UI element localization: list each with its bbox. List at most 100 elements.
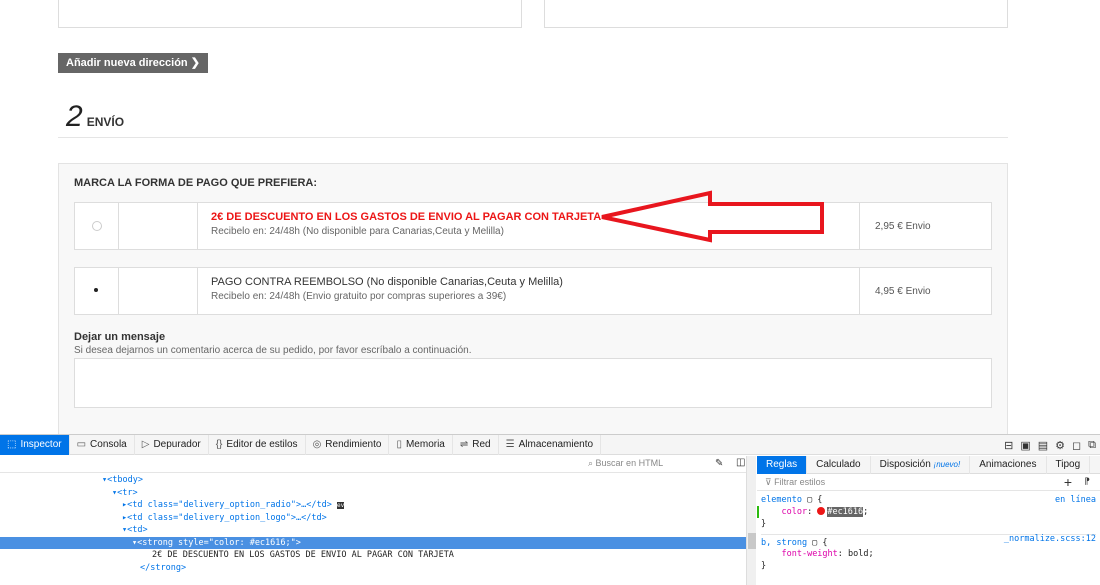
markup-node[interactable]: ▾<tr> (0, 487, 746, 500)
tab-layout[interactable]: Disposición ¡nuevo! (871, 455, 971, 474)
tab-debugger[interactable]: ▷ Depurador (135, 434, 209, 455)
performance-icon: ◎ (312, 439, 322, 450)
cod-option-description: PAGO CONTRA REEMBOLSO (No disponible Can… (198, 268, 860, 314)
markup-node[interactable]: ▸<td class="delivery_option_radio">…</td… (0, 499, 746, 512)
split-icon[interactable]: ⧉ (1088, 439, 1096, 452)
dock-icon[interactable]: ◻ (1072, 439, 1081, 452)
search-icon: ⌕ (588, 458, 596, 468)
markup-toolbar: ⌕ Buscar en HTML ✎ ◫ (0, 456, 746, 473)
cod-option-price: 4,95 € Envio (875, 285, 931, 297)
tab-fonts[interactable]: Tipog (1047, 455, 1091, 474)
cod-option-logo (119, 268, 198, 314)
filter-styles-input[interactable]: ⊽ Filtrar estilos + ⁋ (757, 474, 1100, 491)
markup-node[interactable]: ▾<tbody> (0, 474, 746, 487)
rule-declaration[interactable]: font-weight: bold; (761, 548, 1096, 560)
rule-source-link[interactable]: en línea (1055, 494, 1096, 506)
step-number: 2 (66, 100, 83, 133)
rules-tabbar: Reglas Calculado Disposición ¡nuevo! Ani… (757, 455, 1100, 474)
cod-option-subtitle: Recibelo en: 24/48h (Envio gratuito por … (211, 291, 507, 302)
tab-animations[interactable]: Animaciones (970, 455, 1047, 474)
devtools-tabbar: ⬚ Inspector ▭ Consola ▷ Depurador {} Edi… (0, 434, 1100, 455)
address-box-invoice (544, 0, 1008, 28)
tab-label: Inspector (20, 439, 62, 450)
inspector-icon: ⬚ (7, 439, 17, 450)
markup-text-node[interactable]: 2€ DE DESCUENTO EN LOS GASTOS DE ENVIO A… (0, 549, 746, 562)
delivery-option-radio[interactable] (91, 221, 102, 231)
console-icon: ▭ (76, 439, 87, 450)
new-badge: ¡nuevo! (933, 459, 961, 469)
add-rule-icon[interactable]: + (1064, 474, 1072, 490)
rule-close: } (761, 561, 767, 571)
markup-tree: ▾<tbody> ▾<tr> ▸<td class="delivery_opti… (0, 473, 746, 574)
debugger-icon: ▷ (141, 439, 150, 450)
pseudo-class-icon[interactable]: ⁋ (1084, 476, 1090, 487)
storage-icon: ☰ (505, 439, 515, 450)
tab-label: Depurador (153, 439, 201, 450)
tab-label: Consola (90, 439, 127, 450)
tab-computed[interactable]: Calculado (807, 455, 871, 474)
payment-heading: MARCA LA FORMA DE PAGO QUE PREFIERA: (74, 177, 318, 189)
cod-option-radio-cell[interactable] (75, 268, 119, 314)
gear-icon[interactable]: ⚙ (1055, 439, 1065, 452)
sidebar-toggle-icon[interactable]: ◫ (736, 457, 745, 468)
markup-node[interactable]: ▾<td> (0, 524, 746, 537)
network-icon: ⇌ (459, 439, 469, 450)
markup-scrollbar[interactable] (746, 456, 756, 585)
eyedropper-icon[interactable]: ✎ (715, 458, 723, 469)
color-swatch-icon[interactable] (817, 507, 826, 515)
style-editor-icon: {} (215, 439, 223, 450)
cod-option-title: PAGO CONTRA REEMBOLSO (No disponible Can… (211, 276, 563, 288)
divider (58, 137, 1008, 138)
scrollbar-thumb[interactable] (748, 533, 756, 549)
tab-style-editor[interactable]: {} Editor de estilos (209, 434, 306, 455)
rule-declaration[interactable]: color: #ec1616; (757, 506, 1096, 518)
rule-close: } (761, 519, 767, 529)
markup-node-selected[interactable]: ▾<strong style="color: #ec1616;"> (0, 536, 746, 549)
markup-node[interactable]: ▸<td class="delivery_option_logo">…</td> (0, 512, 746, 525)
tab-storage[interactable]: ☰ Almacenamiento (499, 434, 602, 455)
rule-header: elemento ▢ {en línea (761, 494, 1096, 506)
address-box-delivery (58, 0, 522, 28)
rules-panel: Reglas Calculado Disposición ¡nuevo! Ani… (757, 455, 1100, 585)
markup-view: ⌕ Buscar en HTML ✎ ◫ ▾<tbody> ▾<tr> ▸<td… (0, 456, 746, 585)
search-placeholder: Buscar en HTML (595, 458, 664, 468)
tab-label: Memoria (405, 439, 445, 450)
markup-node[interactable]: </strong> (0, 562, 746, 575)
tab-label: Red (472, 439, 491, 450)
responsive-icon[interactable]: ⊟ (1004, 439, 1013, 452)
step-title: 2 ENVÍO (66, 100, 124, 134)
event-badge-icon[interactable]: ev (336, 502, 345, 509)
delivery-option-card[interactable]: 2€ DE DESCUENTO EN LOS GASTOS DE ENVIO A… (74, 202, 992, 250)
cod-option-radio[interactable] (91, 286, 102, 296)
tab-network[interactable]: ⇌ Red (453, 434, 499, 455)
add-address-button[interactable]: Añadir nueva dirección ❯ (58, 53, 208, 73)
delivery-option-logo (119, 203, 198, 249)
annotation-arrow-icon (601, 190, 824, 243)
filter-placeholder: Filtrar estilos (774, 477, 826, 487)
changed-marker (757, 506, 759, 518)
tab-memory[interactable]: ▯ Memoria (389, 434, 453, 455)
delivery-option-price: 2,95 € Envio (875, 220, 931, 232)
tab-label: Rendimiento (325, 439, 382, 450)
message-label: Dejar un mensaje (74, 331, 166, 343)
message-textarea[interactable] (74, 358, 992, 408)
payment-panel: MARCA LA FORMA DE PAGO QUE PREFIERA: 2€ … (58, 163, 1008, 434)
tab-console[interactable]: ▭ Consola (70, 434, 135, 455)
rule-header: b, strong ▢ {_normalize.scss:12 (761, 534, 1096, 548)
cod-option[interactable]: PAGO CONTRA REEMBOLSO (No disponible Can… (74, 267, 992, 315)
filter-icon: ⊽ (765, 477, 775, 487)
memory-icon: ▯ (396, 439, 402, 450)
devtools-window-controls: ⊟ ▣ ▤ ⚙ ◻ ⧉ (1004, 435, 1100, 455)
tab-inspector[interactable]: ⬚ Inspector (0, 434, 70, 455)
delivery-option-radio-cell[interactable] (75, 203, 119, 249)
step-label: ENVÍO (86, 115, 125, 129)
checkout-page: Añadir nueva dirección ❯ 2 ENVÍO MARCA L… (0, 0, 1100, 434)
tab-performance[interactable]: ◎ Rendimiento (306, 434, 390, 455)
tab-rules[interactable]: Reglas (757, 455, 808, 474)
rule-source-link[interactable]: _normalize.scss:12 (1004, 533, 1096, 545)
frame-icon[interactable]: ▤ (1038, 439, 1048, 452)
html-search-input[interactable]: ⌕ Buscar en HTML (578, 458, 698, 471)
devtools-panel: ⬚ Inspector ▭ Consola ▷ Depurador {} Edi… (0, 434, 1100, 585)
rules-list: elemento ▢ {en línea color: #ec1616; } b… (757, 491, 1100, 575)
screenshot-icon[interactable]: ▣ (1020, 439, 1030, 452)
